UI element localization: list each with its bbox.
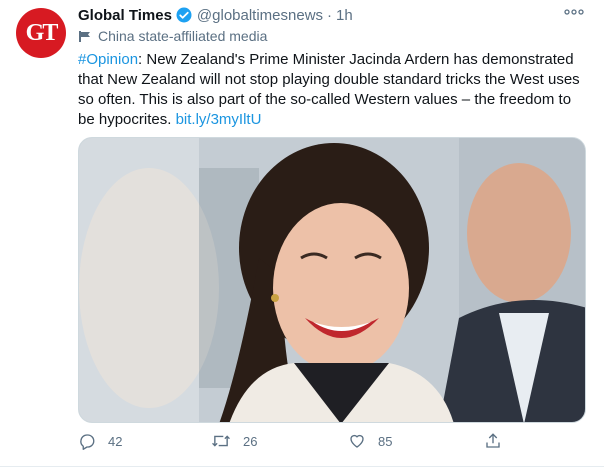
- state-media-flag-icon: [79, 31, 90, 42]
- reply-count: 42: [108, 433, 123, 449]
- retweet-count: 26: [243, 433, 258, 449]
- state-media-label-text: China state-affiliated media: [98, 28, 268, 44]
- photo-illustration: [79, 138, 585, 422]
- separator-dot: ·: [327, 6, 333, 24]
- tweet-body: : New Zealand's Prime Minister Jacinda A…: [78, 51, 580, 128]
- share-button[interactable]: [484, 432, 514, 450]
- retweet-button[interactable]: 26: [211, 432, 257, 450]
- avatar[interactable]: GT: [16, 8, 66, 58]
- account-name[interactable]: Global Times: [78, 7, 172, 24]
- reply-button[interactable]: 42: [78, 432, 122, 450]
- share-icon: [486, 433, 500, 448]
- like-count: 85: [378, 433, 393, 449]
- tweet-header: Global Times @globaltimesnews · 1h: [78, 5, 353, 25]
- reply-icon: [80, 434, 95, 450]
- state-media-label[interactable]: China state-affiliated media: [78, 28, 267, 44]
- tweet-actions: 42 26 85: [78, 432, 518, 456]
- tweet-photo[interactable]: [78, 137, 586, 423]
- short-link[interactable]: bit.ly/3myIltU: [176, 111, 262, 128]
- verified-badge-icon: [176, 7, 192, 23]
- tweet-text: #Opinion: New Zealand's Prime Minister J…: [78, 50, 588, 130]
- like-icon: [350, 434, 364, 448]
- avatar-logo-text: GT: [25, 19, 59, 46]
- retweet-icon: [212, 435, 230, 447]
- hashtag-link[interactable]: #Opinion: [78, 51, 138, 68]
- more-icon[interactable]: [564, 5, 584, 23]
- account-handle[interactable]: @globaltimesnews: [197, 7, 323, 24]
- tweet[interactable]: GT Global Times @globaltimesnews · 1h Ch…: [0, 0, 604, 467]
- like-button[interactable]: 85: [348, 432, 392, 450]
- tweet-time[interactable]: 1h: [336, 7, 353, 24]
